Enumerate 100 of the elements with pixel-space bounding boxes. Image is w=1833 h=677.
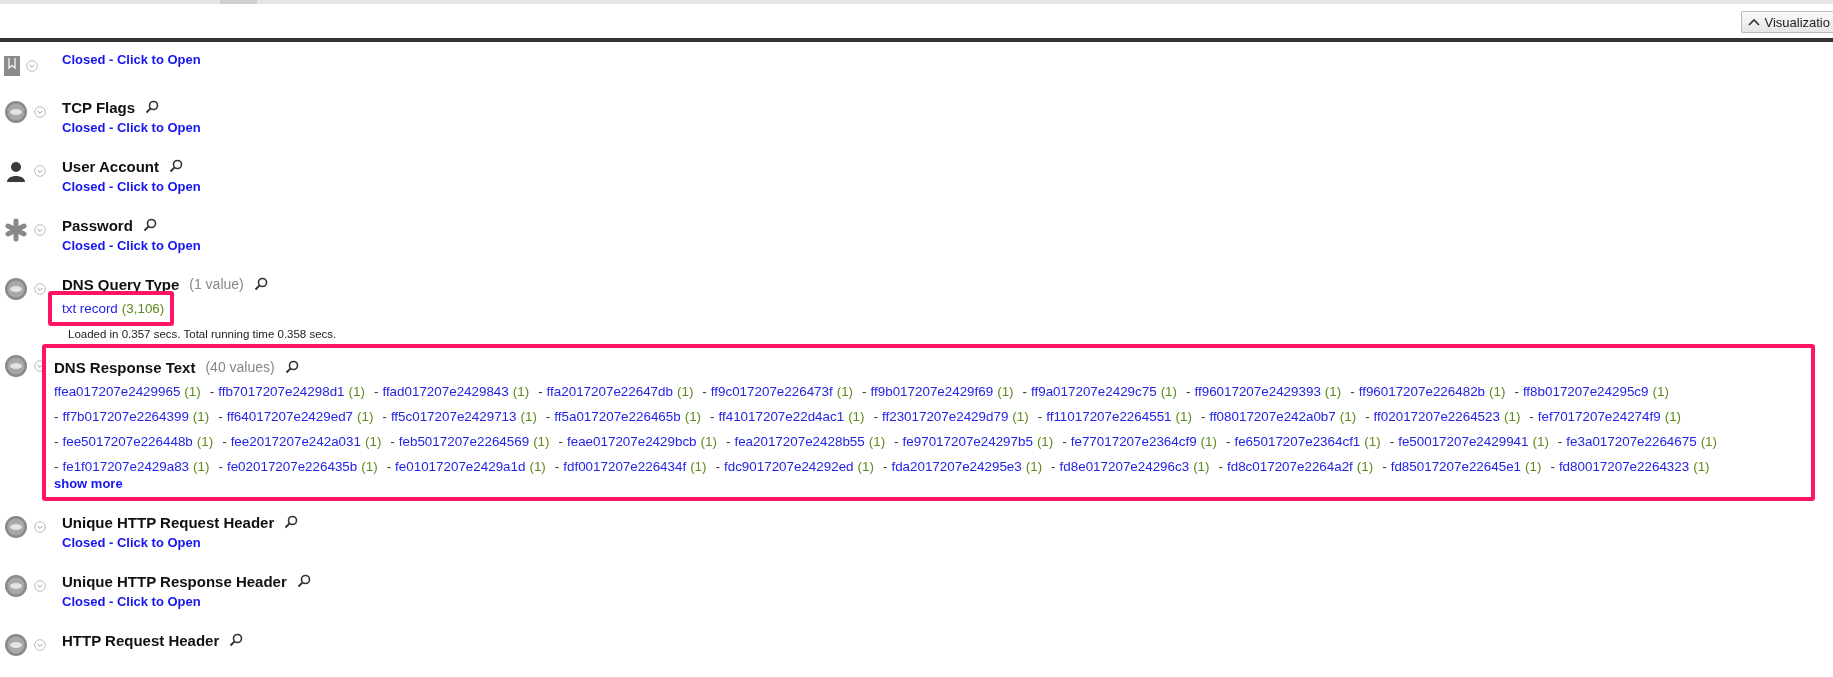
value-link[interactable]: ff7b017207e2264399 <box>62 405 189 428</box>
separator: - <box>725 433 731 451</box>
value-count: (1) <box>1364 433 1381 451</box>
value-link[interactable]: fe77017207e2364cf9 <box>1070 430 1197 453</box>
value-count: (1) <box>1652 383 1669 401</box>
value-count: (1) <box>512 383 530 401</box>
value-count: (1) <box>1160 383 1177 401</box>
value-count: (1) <box>690 458 707 476</box>
separator: - <box>54 433 59 451</box>
value-link[interactable]: ffad017207e2429843 <box>382 380 509 403</box>
value-count: (1) <box>357 408 374 426</box>
value-link[interactable]: fdf0017207e226434f <box>563 455 687 478</box>
search-icon[interactable] <box>284 515 299 529</box>
value-link[interactable]: ff96017207e226482b <box>1358 380 1486 403</box>
search-icon[interactable] <box>284 360 299 374</box>
value-count: (1) <box>1693 458 1710 476</box>
value-link[interactable]: ffa2017207e22647db <box>546 380 673 403</box>
separator: - <box>554 458 560 476</box>
value-link[interactable]: ff9c017207e226473f <box>710 380 833 403</box>
value-count: (1) <box>529 458 546 476</box>
value-count: (1) <box>1489 383 1506 401</box>
open-link[interactable]: Closed - Click to Open <box>62 594 201 609</box>
value-link[interactable]: fe1f017207e2429a83 <box>62 455 190 478</box>
value-link[interactable]: txt record <box>62 297 118 320</box>
value-link[interactable]: ff23017207e2429d79 <box>882 405 1009 428</box>
value-link[interactable]: fe97017207e24297b5 <box>902 430 1033 453</box>
separator: - <box>1350 383 1355 401</box>
value-link[interactable]: feae017207e2429bcb <box>567 430 697 453</box>
show-more-link[interactable]: show more <box>54 476 123 491</box>
value-link[interactable]: fdc9017207e24292ed <box>724 455 854 478</box>
value-link[interactable]: fe02017207e226435b <box>226 455 358 478</box>
open-link[interactable]: Closed - Click to Open <box>62 179 201 194</box>
separator: - <box>545 408 551 426</box>
value-link[interactable]: ff9b017207e2429f69 <box>870 380 994 403</box>
value-link[interactable]: fe65017207e2364cf1 <box>1234 430 1361 453</box>
search-icon[interactable] <box>229 633 244 647</box>
value-link[interactable]: ff64017207e2429ed7 <box>226 405 354 428</box>
value-link[interactable]: ff5c017207e2429713 <box>390 405 517 428</box>
separator: - <box>1514 383 1519 401</box>
separator: - <box>1226 433 1231 451</box>
separator: - <box>373 383 379 401</box>
open-link[interactable]: Closed - Click to Open <box>62 535 201 550</box>
value-link[interactable]: ff9a017207e2429c75 <box>1031 380 1157 403</box>
value-link[interactable]: ff8b017207e24295c9 <box>1522 380 1649 403</box>
value-link[interactable]: fda2017207e24295e3 <box>891 455 1022 478</box>
value-link[interactable]: fee5017207e226448b <box>62 430 193 453</box>
separator: - <box>1022 383 1028 401</box>
open-link[interactable]: Closed - Click to Open <box>62 238 201 253</box>
visualization-button[interactable]: Visualizatio <box>1741 11 1833 33</box>
value-count: (1) <box>1175 408 1192 426</box>
separator: - <box>882 458 888 476</box>
value-link[interactable]: ff02017207e2264523 <box>1373 405 1500 428</box>
value-count: (1) <box>1532 433 1549 451</box>
value-count: (1) <box>684 408 702 426</box>
value-link[interactable]: fe50017207e2429941 <box>1398 430 1529 453</box>
value-count: (1) <box>1012 408 1029 426</box>
value-link[interactable]: ff08017207e242a0b7 <box>1209 405 1336 428</box>
section-title: Unique HTTP Response Header <box>62 572 287 590</box>
search-icon[interactable] <box>168 159 183 173</box>
open-link[interactable]: Closed - Click to Open <box>62 52 201 67</box>
value-link[interactable]: fea2017207e2428b55 <box>734 430 865 453</box>
person-icon <box>4 159 28 183</box>
section-title: Unique HTTP Request Header <box>62 513 275 531</box>
section-title: Password <box>62 216 133 234</box>
value-link[interactable]: fd8c017207e2264a2f <box>1227 455 1353 478</box>
separator: - <box>538 383 543 401</box>
value-link[interactable]: ffea017207e2429965 <box>54 380 181 403</box>
value-count: (1) <box>1525 458 1542 476</box>
search-icon[interactable] <box>145 100 160 114</box>
value-link[interactable]: fd8e017207e24296c3 <box>1059 455 1190 478</box>
value-count: (1) <box>364 433 382 451</box>
badge-icon <box>4 100 28 124</box>
value-link[interactable]: fe01017207e2429a1d <box>395 455 526 478</box>
separator: - <box>218 408 223 426</box>
value-count: (1 value) <box>189 276 244 292</box>
value-link[interactable]: ff96017207e2429393 <box>1194 380 1321 403</box>
value-link[interactable]: fd80017207e2264323 <box>1558 455 1690 478</box>
value-link[interactable]: ff41017207e22d4ac1 <box>718 405 845 428</box>
search-icon[interactable] <box>253 277 268 291</box>
separator: - <box>558 433 563 451</box>
separator: - <box>1218 458 1223 476</box>
value-link[interactable]: feb5017207e2264569 <box>398 430 530 453</box>
value-count: (1) <box>533 433 550 451</box>
value-link[interactable]: ff11017207e2264551 <box>1046 405 1172 428</box>
open-link[interactable]: Closed - Click to Open <box>62 120 201 135</box>
search-icon[interactable] <box>142 218 157 232</box>
value-link[interactable]: fee2017207e242a031 <box>230 430 361 453</box>
separator: - <box>710 408 715 426</box>
value-count: (1) <box>1324 383 1342 401</box>
bookmark-icon <box>4 56 20 76</box>
value-link[interactable]: fef7017207e24274f9 <box>1537 405 1661 428</box>
value-count: (1) <box>1025 458 1043 476</box>
search-icon[interactable] <box>296 574 311 588</box>
value-link[interactable]: fe3a017207e2264675 <box>1566 430 1697 453</box>
section-title: HTTP Request Header <box>62 631 220 649</box>
value-link[interactable]: fd85017207e22645e1 <box>1390 455 1522 478</box>
section-title: TCP Flags <box>62 98 136 116</box>
value-link[interactable]: ffb7017207e24298d1 <box>218 380 345 403</box>
value-link[interactable]: ff5a017207e226465b <box>554 405 681 428</box>
value-count: (1) <box>1356 458 1374 476</box>
